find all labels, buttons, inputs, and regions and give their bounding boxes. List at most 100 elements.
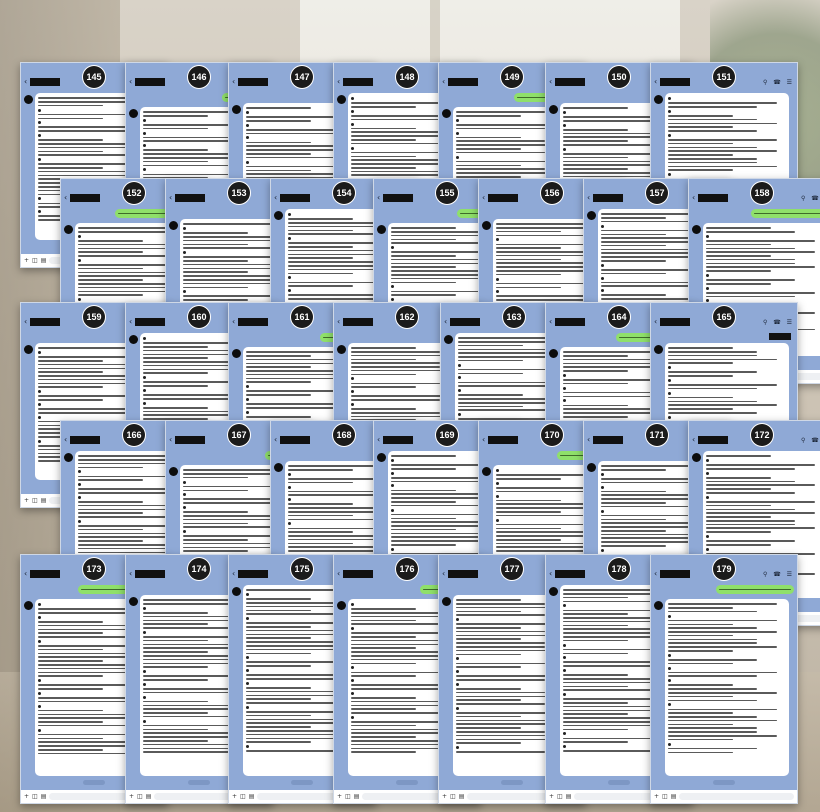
chevron-left-icon[interactable]: ‹ — [337, 318, 340, 326]
camera-icon[interactable]: ◫ — [662, 793, 668, 800]
avatar — [692, 225, 701, 234]
chevron-left-icon[interactable]: ‹ — [24, 318, 27, 326]
plus-icon[interactable]: + — [654, 793, 659, 800]
plus-icon[interactable]: + — [24, 793, 29, 800]
avatar — [442, 597, 451, 606]
plus-icon[interactable]: + — [232, 793, 237, 800]
avatar — [129, 335, 138, 344]
avatar — [442, 109, 451, 118]
chevron-left-icon[interactable]: ‹ — [232, 78, 235, 86]
chat-screenshot: ‹ ⚲ ☎ ☰ 179 + ◫ ▤ — [650, 554, 798, 804]
chevron-left-icon[interactable]: ‹ — [377, 436, 380, 444]
screenshot-number-badge: 158 — [751, 182, 773, 204]
chevron-left-icon[interactable]: ‹ — [274, 436, 277, 444]
camera-icon[interactable]: ◫ — [450, 793, 456, 800]
chevron-left-icon[interactable]: ‹ — [274, 194, 277, 202]
chevron-left-icon[interactable]: ‹ — [232, 318, 235, 326]
camera-icon[interactable]: ◫ — [32, 257, 38, 264]
chevron-left-icon[interactable]: ‹ — [337, 570, 340, 578]
image-icon[interactable]: ▤ — [41, 497, 47, 504]
camera-icon[interactable]: ◫ — [240, 793, 246, 800]
header-icons[interactable]: ⚲ ☎ ☰ — [801, 437, 820, 444]
camera-icon[interactable]: ◫ — [345, 793, 351, 800]
chevron-left-icon[interactable]: ‹ — [692, 436, 695, 444]
timestamp-pill — [713, 780, 735, 785]
chevron-left-icon[interactable]: ‹ — [24, 78, 27, 86]
avatar — [692, 453, 701, 462]
plus-icon[interactable]: + — [337, 793, 342, 800]
redacted-contact-name — [280, 436, 311, 444]
chevron-left-icon[interactable]: ‹ — [549, 78, 552, 86]
chevron-left-icon[interactable]: ‹ — [549, 570, 552, 578]
image-icon[interactable]: ▤ — [41, 257, 47, 264]
chevron-left-icon[interactable]: ‹ — [64, 436, 67, 444]
image-icon[interactable]: ▤ — [566, 793, 572, 800]
chevron-left-icon[interactable]: ‹ — [169, 436, 172, 444]
chevron-left-icon[interactable]: ‹ — [129, 318, 132, 326]
chevron-left-icon[interactable]: ‹ — [549, 318, 552, 326]
chevron-left-icon[interactable]: ‹ — [482, 194, 485, 202]
redacted-contact-name — [698, 436, 729, 444]
redacted-contact-name — [343, 570, 374, 578]
redacted-contact-name — [175, 194, 206, 202]
chevron-left-icon[interactable]: ‹ — [654, 570, 657, 578]
redacted-contact-name — [488, 194, 519, 202]
plus-icon[interactable]: + — [129, 793, 134, 800]
chevron-left-icon[interactable]: ‹ — [169, 194, 172, 202]
message-input[interactable] — [679, 793, 794, 800]
plus-icon[interactable]: + — [24, 257, 29, 264]
header-icons[interactable]: ⚲ ☎ ☰ — [763, 319, 794, 326]
chevron-left-icon[interactable]: ‹ — [442, 570, 445, 578]
image-icon[interactable]: ▤ — [249, 793, 255, 800]
redacted-contact-name — [238, 570, 269, 578]
camera-icon[interactable]: ◫ — [32, 793, 38, 800]
avatar — [482, 221, 491, 230]
avatar — [444, 335, 453, 344]
chevron-left-icon[interactable]: ‹ — [587, 194, 590, 202]
chevron-left-icon[interactable]: ‹ — [444, 318, 447, 326]
chevron-left-icon[interactable]: ‹ — [129, 570, 132, 578]
screenshot-number-badge: 164 — [608, 306, 630, 328]
avatar — [232, 105, 241, 114]
avatar — [337, 345, 346, 354]
chevron-left-icon[interactable]: ‹ — [587, 436, 590, 444]
header-icons[interactable]: ⚲ ☎ ☰ — [763, 79, 794, 86]
screenshot-number-badge: 179 — [713, 558, 735, 580]
image-icon[interactable]: ▤ — [41, 793, 47, 800]
chevron-left-icon[interactable]: ‹ — [482, 436, 485, 444]
avatar — [24, 345, 33, 354]
chevron-left-icon[interactable]: ‹ — [654, 318, 657, 326]
plus-icon[interactable]: + — [24, 497, 29, 504]
image-icon[interactable]: ▤ — [459, 793, 465, 800]
avatar — [549, 349, 558, 358]
plus-icon[interactable]: + — [442, 793, 447, 800]
screenshot-number-badge: 149 — [501, 66, 523, 88]
camera-icon[interactable]: ◫ — [557, 793, 563, 800]
image-icon[interactable]: ▤ — [146, 793, 152, 800]
chevron-left-icon[interactable]: ‹ — [24, 570, 27, 578]
image-icon[interactable]: ▤ — [671, 793, 677, 800]
avatar — [587, 463, 596, 472]
screenshot-number-badge: 166 — [123, 424, 145, 446]
redacted-contact-name — [593, 436, 624, 444]
chevron-left-icon[interactable]: ‹ — [232, 570, 235, 578]
redacted-contact-name — [280, 194, 311, 202]
chevron-left-icon[interactable]: ‹ — [442, 78, 445, 86]
screenshot-number-badge: 173 — [83, 558, 105, 580]
camera-icon[interactable]: ◫ — [32, 497, 38, 504]
screenshot-number-badge: 172 — [751, 424, 773, 446]
header-icons[interactable]: ⚲ ☎ ☰ — [763, 571, 794, 578]
image-icon[interactable]: ▤ — [354, 793, 360, 800]
chevron-left-icon[interactable]: ‹ — [129, 78, 132, 86]
chevron-left-icon[interactable]: ‹ — [692, 194, 695, 202]
header-icons[interactable]: ⚲ ☎ ☰ — [801, 195, 820, 202]
chevron-left-icon[interactable]: ‹ — [337, 78, 340, 86]
screenshot-number-badge: 169 — [436, 424, 458, 446]
chevron-left-icon[interactable]: ‹ — [377, 194, 380, 202]
camera-icon[interactable]: ◫ — [137, 793, 143, 800]
plus-icon[interactable]: + — [549, 793, 554, 800]
chevron-left-icon[interactable]: ‹ — [64, 194, 67, 202]
chevron-left-icon[interactable]: ‹ — [654, 78, 657, 86]
redacted-contact-name — [70, 194, 101, 202]
screenshot-number-badge: 151 — [713, 66, 735, 88]
